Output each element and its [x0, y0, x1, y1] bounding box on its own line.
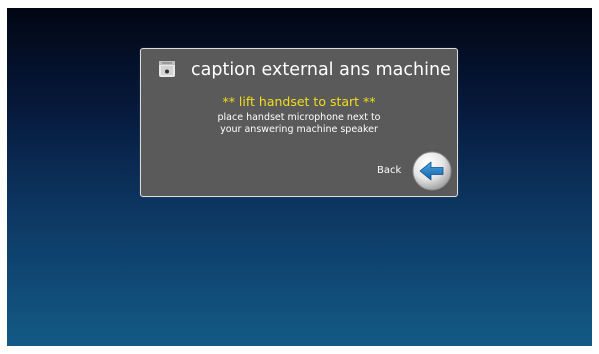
instruction-text: place handset microphone next to your an… — [141, 112, 457, 136]
caption-dialog: caption external ans machine ** lift han… — [140, 48, 458, 197]
arrow-left-icon — [412, 151, 452, 191]
lift-handset-prompt: ** lift handset to start ** — [222, 94, 376, 109]
back-label[interactable]: Back — [377, 165, 401, 177]
dialog-title: caption external ans machine — [191, 60, 451, 80]
instruction-line-1: place handset microphone next to — [217, 112, 381, 123]
screen-background: caption external ans machine ** lift han… — [7, 8, 592, 346]
answering-machine-icon — [159, 61, 175, 77]
instruction-line-2: your answering machine speaker — [220, 124, 378, 135]
back-button[interactable] — [412, 151, 452, 191]
